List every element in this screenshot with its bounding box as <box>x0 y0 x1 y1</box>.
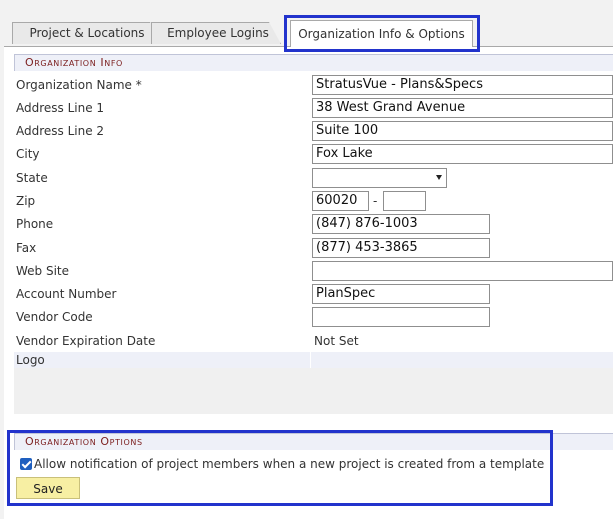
vendor-expiration-date-value: Not Set <box>314 334 359 348</box>
state-label: State <box>16 171 48 185</box>
notify-members-checkbox[interactable] <box>20 458 32 470</box>
logo-label: Logo <box>16 353 45 367</box>
zip-label: Zip <box>16 194 36 208</box>
tab-organization-info-options[interactable]: Organization Info & Options <box>290 20 473 47</box>
phone-input[interactable]: (847) 876-1003 <box>312 214 490 234</box>
row-city: City Fox Lake <box>14 143 613 165</box>
row-phone: Phone (847) 876-1003 <box>14 213 613 235</box>
tab-bar: Project & Locations Employee Logins Orga… <box>0 0 613 47</box>
fax-input[interactable]: (877) 453-3865 <box>312 238 490 258</box>
address-line-2-input[interactable]: Suite 100 <box>312 121 613 141</box>
state-select[interactable] <box>312 168 447 188</box>
organization-name-label: Organization Name * <box>16 78 142 92</box>
row-zip: Zip 60020 - <box>14 190 613 212</box>
row-fax: Fax (877) 453-3865 <box>14 237 613 259</box>
notify-members-label[interactable]: Allow notification of project members wh… <box>34 456 544 472</box>
row-vendor-code: Vendor Code <box>14 306 613 328</box>
row-vendor-expiration-date: Vendor Expiration Date Not Set <box>14 330 613 352</box>
vendor-expiration-date-label: Vendor Expiration Date <box>16 334 156 348</box>
city-input[interactable]: Fox Lake <box>312 144 613 164</box>
address-line-2-label: Address Line 2 <box>16 124 105 138</box>
row-state: State <box>14 167 613 189</box>
address-line-1-label: Address Line 1 <box>16 101 105 115</box>
row-organization-name: Organization Name * StratusVue - Plans&S… <box>14 74 613 96</box>
phone-label: Phone <box>16 217 54 231</box>
chevron-down-icon <box>436 175 442 180</box>
row-web-site: Web Site <box>14 260 613 282</box>
logo-area <box>14 368 613 414</box>
zip-input[interactable]: 60020 <box>312 191 369 211</box>
tab-project-locations[interactable]: Project & Locations <box>12 22 162 44</box>
account-number-label: Account Number <box>16 287 117 301</box>
fax-label: Fax <box>16 241 37 255</box>
web-site-label: Web Site <box>16 264 70 278</box>
account-number-input[interactable]: PlanSpec <box>312 284 490 304</box>
zip-extension-input[interactable] <box>383 191 426 211</box>
zip-separator: - <box>373 194 378 208</box>
row-address-line-1: Address Line 1 38 West Grand Avenue <box>14 97 613 119</box>
tab-employee-logins[interactable]: Employee Logins <box>151 22 281 44</box>
organization-info-header: Organization Info <box>14 54 613 71</box>
logo-row: Logo <box>14 352 613 368</box>
city-label: City <box>16 147 40 161</box>
vendor-code-input[interactable] <box>312 307 490 327</box>
logo-divider <box>310 352 311 368</box>
row-account-number: Account Number PlanSpec <box>14 283 613 305</box>
organization-name-input[interactable]: StratusVue - Plans&Specs <box>312 75 613 95</box>
row-address-line-2: Address Line 2 Suite 100 <box>14 120 613 142</box>
web-site-input[interactable] <box>312 261 613 281</box>
address-line-1-input[interactable]: 38 West Grand Avenue <box>312 98 613 118</box>
save-button[interactable]: Save <box>16 477 80 499</box>
organization-options-header: Organization Options <box>14 433 613 450</box>
vendor-code-label: Vendor Code <box>16 310 93 324</box>
